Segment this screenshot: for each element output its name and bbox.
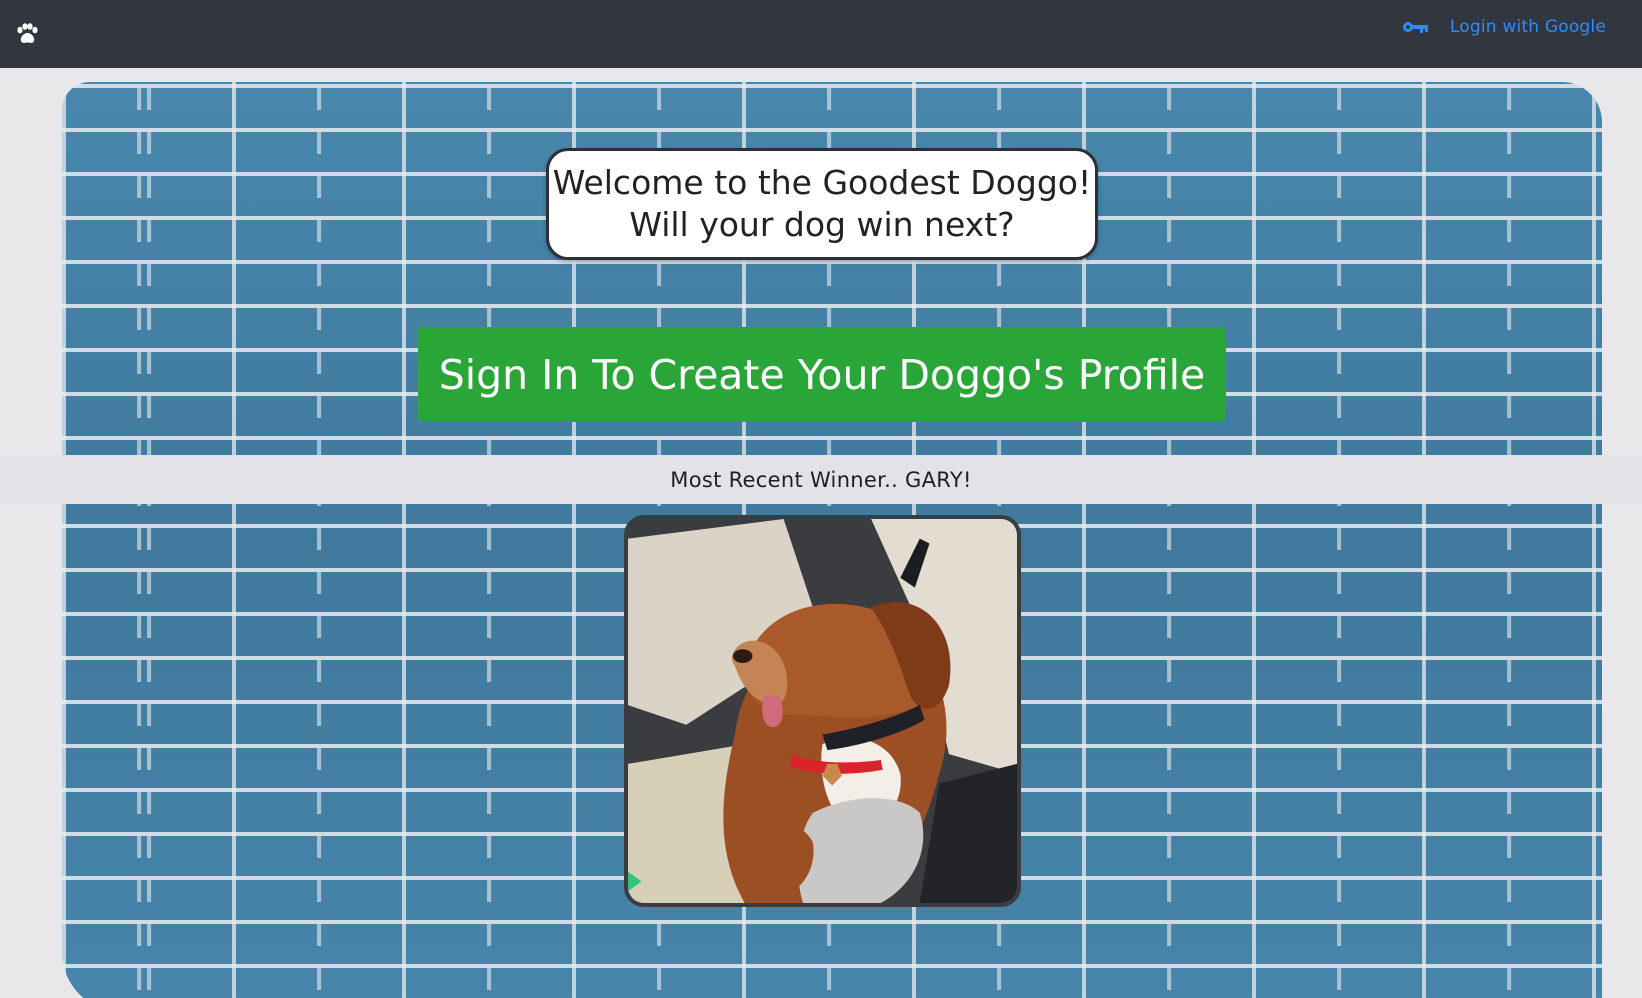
welcome-line-1: Welcome to the Goodest Doggo! [552, 163, 1092, 202]
top-navbar: Login with Google [0, 0, 1642, 68]
nav-right: Login with Google [1402, 17, 1606, 37]
paw-icon[interactable] [14, 21, 40, 47]
sign-in-create-profile-button[interactable]: Sign In To Create Your Doggo's Profile [418, 327, 1226, 422]
recent-winner-label: Most Recent Winner.. GARY! [670, 467, 972, 492]
login-with-google-link[interactable]: Login with Google [1450, 17, 1606, 37]
winner-dog-photo [624, 515, 1021, 907]
recent-winner-banner: Most Recent Winner.. GARY! [0, 455, 1642, 504]
welcome-line-2: Will your dog win next? [629, 205, 1015, 244]
key-icon [1402, 19, 1430, 35]
welcome-bubble: Welcome to the Goodest Doggo! Will your … [546, 148, 1098, 260]
